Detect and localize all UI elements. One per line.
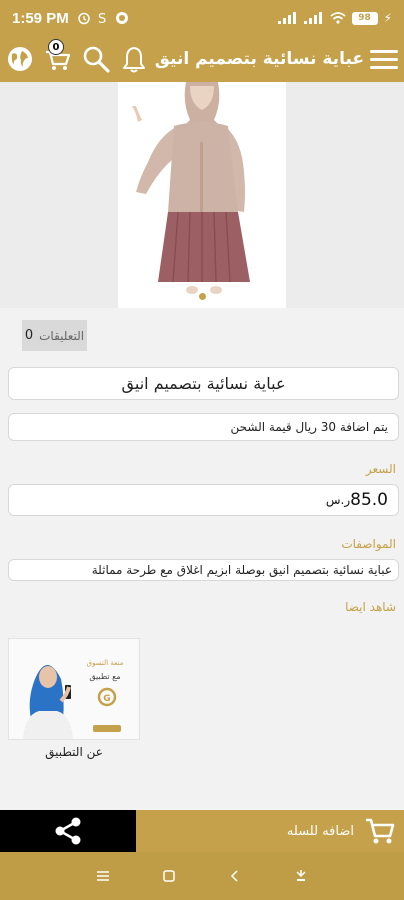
promo-line1: متعة التسوق [87, 659, 124, 667]
product-name-text: عباية نسائية بتصميم انيق [121, 374, 286, 393]
related-item-label[interactable]: عن التطبيق [8, 745, 140, 759]
price-value: 85.0 [350, 490, 388, 510]
status-bar: 1:59 PM S 98 ⚡ [0, 0, 404, 36]
svg-text:S: S [98, 12, 106, 25]
battery-icon: 98 [351, 11, 378, 25]
status-time: 1:59 PM [12, 9, 69, 27]
comments-count: 0 [24, 328, 34, 343]
alarm-icon [77, 12, 90, 25]
specs-label: المواصفات [341, 537, 396, 551]
comments-button[interactable]: التعليقات 0 [22, 320, 87, 351]
currency: ر.س [325, 493, 351, 507]
price-box: 85.0 ر.س [8, 484, 399, 516]
bottom-action-bar: اضافه للسله [0, 810, 404, 852]
specs-value: عباية نسائية بتصميم انيق بوصلة ابزيم اغل… [91, 563, 392, 577]
comments-label: التعليقات [39, 328, 85, 343]
shipping-note-text: يتم اضافة 30 ريال قيمة الشحن [230, 420, 388, 434]
related-item-image: متعة التسوق مع تطبيق G [9, 639, 139, 739]
back-icon[interactable] [228, 869, 242, 883]
see-also-label: شاهد ايضا [345, 600, 396, 614]
bell-icon[interactable] [120, 45, 148, 73]
charging-icon: ⚡ [383, 11, 392, 25]
page-title: عباية نسائية بتصميم انيق [154, 49, 364, 69]
app-bar: 0 عباية نسائية بتصميم انيق [0, 36, 404, 82]
cart-icon [366, 818, 395, 844]
add-to-cart-button[interactable]: اضافه للسله [136, 810, 404, 852]
whatsapp-icon [115, 12, 128, 24]
data-saver-icon: S [98, 12, 106, 25]
product-image[interactable] [118, 82, 286, 308]
menu-button[interactable] [370, 45, 398, 73]
price-label: السعر [365, 462, 396, 476]
promo-line2: مع تطبيق [89, 672, 120, 681]
signal-icon-2 [303, 12, 322, 24]
hide-nav-icon[interactable] [294, 868, 308, 884]
add-to-cart-label: اضافه للسله [286, 823, 354, 839]
system-nav-bar [0, 852, 404, 900]
globe-icon[interactable] [6, 45, 34, 73]
gallery-page-indicator [199, 293, 206, 300]
cart-count-badge: 0 [48, 39, 64, 55]
signal-icon [277, 12, 296, 24]
wifi-icon [329, 12, 346, 24]
related-item-card[interactable]: متعة التسوق مع تطبيق G [8, 638, 140, 740]
recents-menu-icon[interactable] [96, 870, 110, 882]
promo-brand: G [103, 694, 110, 704]
product-name: عباية نسائية بتصميم انيق [8, 367, 399, 400]
abaya-illustration [132, 82, 250, 294]
shipping-note: يتم اضافة 30 ريال قيمة الشحن [8, 413, 399, 441]
product-gallery[interactable] [0, 82, 404, 308]
share-button[interactable] [0, 810, 136, 852]
share-icon [55, 817, 81, 845]
cart-button[interactable]: 0 [44, 39, 72, 73]
search-icon[interactable] [82, 45, 110, 73]
home-icon[interactable] [162, 869, 176, 883]
specs-box: عباية نسائية بتصميم انيق بوصلة ابزيم اغل… [8, 559, 399, 581]
